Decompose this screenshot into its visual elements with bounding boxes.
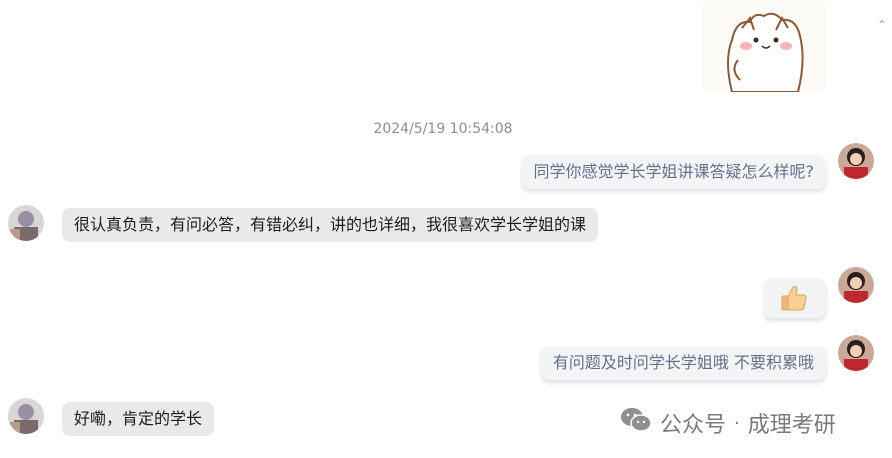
emoji-message-bubble: [764, 278, 826, 318]
contact-avatar[interactable]: [8, 205, 44, 241]
contact-avatar[interactable]: [8, 398, 44, 434]
watermark-separator: ·: [734, 412, 740, 434]
watermark-account: 成理考研: [747, 413, 836, 438]
my-avatar[interactable]: [838, 143, 874, 179]
wechat-icon: [620, 406, 652, 440]
my-avatar[interactable]: [838, 267, 874, 303]
message-bubble-outgoing: 同学你感觉学长学姐讲课答疑怎么样呢?: [521, 155, 826, 189]
message-bubble-incoming: 好嘞，肯定的学长: [62, 402, 215, 436]
thumbs-up-icon: [779, 284, 809, 312]
watermark-brand: 公众号: [660, 413, 727, 438]
message-bubble-incoming: 很认真负责，有问必答，有错必纠，讲的也详细，我很喜欢学长学姐的课: [62, 208, 599, 242]
scroll-up-icon[interactable]: ⌃: [876, 18, 888, 32]
wechat-watermark: 公众号 · 成理考研: [620, 407, 836, 439]
cat-sticker-icon: [702, 0, 826, 92]
my-avatar[interactable]: [838, 335, 874, 371]
message-timestamp: 2024/5/19 10:54:08: [373, 121, 513, 137]
message-bubble-outgoing: 有问题及时问学长学姐哦 不要积累哦: [540, 346, 826, 380]
